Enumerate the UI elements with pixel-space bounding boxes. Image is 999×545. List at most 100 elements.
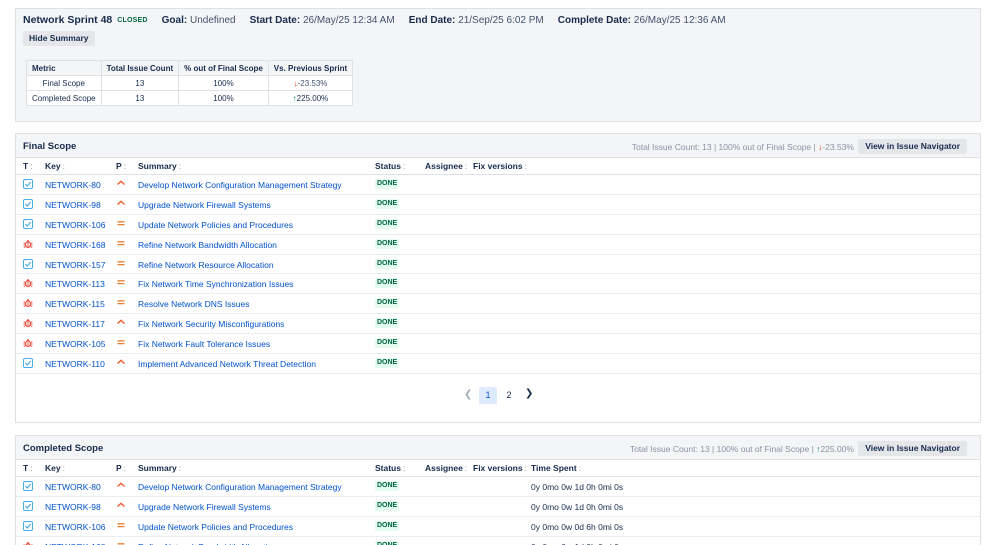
- chevron-left-icon[interactable]: ❮: [464, 389, 472, 400]
- metrics-cell-metric: Final Scope: [26, 75, 102, 91]
- issue-summary-link[interactable]: Upgrade Network Firewall Systems: [138, 502, 271, 512]
- sprint-complete-date: Complete Date: 26/May/25 12:36 AM: [557, 14, 726, 26]
- metrics-header-pct: % out of Final Scope: [178, 60, 269, 76]
- hide-summary-button[interactable]: Hide Summary: [23, 31, 95, 46]
- priority-high-icon: [116, 357, 126, 367]
- task-checkbox-icon: [23, 358, 33, 369]
- table-row[interactable]: NETWORK-106 Update Network Policies and P…: [16, 215, 980, 235]
- status-badge: DONE: [375, 500, 400, 511]
- issue-summary-link[interactable]: Fix Network Fault Tolerance Issues: [138, 339, 270, 349]
- issue-summary-link[interactable]: Upgrade Network Firewall Systems: [138, 200, 271, 210]
- table-row[interactable]: NETWORK-168 Refine Network Bandwidth Allo…: [16, 235, 980, 255]
- priority-medium-icon: [116, 337, 126, 347]
- issue-summary-link[interactable]: Fix Network Time Synchronization Issues: [138, 279, 293, 289]
- metrics-cell-pct: 100%: [178, 90, 269, 106]
- issue-summary-link[interactable]: Implement Advanced Network Threat Detect…: [138, 359, 316, 369]
- pagination: ❮ 1 2 ❯: [16, 374, 980, 421]
- issue-key-link[interactable]: NETWORK-106: [45, 522, 105, 532]
- table-row[interactable]: NETWORK-105 Fix Network Fault Tolerance I…: [16, 334, 980, 355]
- bug-icon: [23, 239, 33, 249]
- metrics-header-metric: Metric: [26, 60, 102, 76]
- metrics-row: Final Scope 13 100% ↓-23.53%: [26, 75, 354, 91]
- priority-high-icon: [116, 317, 126, 327]
- bug-icon: [23, 278, 33, 288]
- table-row[interactable]: NETWORK-80 Develop Network Configuration …: [16, 477, 980, 497]
- table-row[interactable]: NETWORK-98 Upgrade Network Firewall Syste…: [16, 497, 980, 517]
- issue-key-link[interactable]: NETWORK-98: [45, 502, 101, 512]
- table-row[interactable]: NETWORK-117 Fix Network Security Misconfi…: [16, 314, 980, 335]
- status-badge: DONE: [375, 238, 400, 249]
- issue-summary-link[interactable]: Develop Network Configuration Management…: [138, 180, 342, 190]
- sprint-end-date: End Date: 21/Sep/25 6:02 PM: [408, 14, 544, 26]
- issue-key-link[interactable]: NETWORK-80: [45, 180, 101, 190]
- status-badge: DONE: [375, 218, 400, 229]
- column-priority[interactable]: P:: [116, 161, 126, 171]
- issue-summary-link[interactable]: Fix Network Security Misconfigurations: [138, 319, 284, 329]
- column-fix-versions[interactable]: Fix versions:: [473, 161, 527, 171]
- page-1-button[interactable]: 1: [479, 386, 497, 404]
- column-status[interactable]: Status:: [375, 463, 405, 473]
- column-priority[interactable]: P:: [116, 463, 126, 473]
- issue-key-link[interactable]: NETWORK-105: [45, 339, 105, 349]
- column-type[interactable]: T:: [23, 463, 33, 473]
- column-summary[interactable]: Summary:: [138, 161, 181, 171]
- table-row[interactable]: NETWORK-98 Upgrade Network Firewall Syste…: [16, 195, 980, 215]
- column-time-spent[interactable]: Time Spent:: [531, 463, 581, 473]
- issue-summary-link[interactable]: Refine Network Bandwidth Allocation: [138, 240, 277, 250]
- final-scope-column-header: T: Key: P: Summary: Status: Assignee: Fi…: [16, 158, 980, 175]
- page-2-button[interactable]: 2: [502, 387, 516, 404]
- column-key[interactable]: Key:: [45, 463, 65, 473]
- metrics-row: Completed Scope 13 100% ↑225.00%: [26, 90, 354, 106]
- sprint-goal: Goal: Undefined: [161, 14, 236, 26]
- task-checkbox-icon: [23, 500, 33, 511]
- column-fix-versions[interactable]: Fix versions:: [473, 463, 527, 473]
- issue-summary-link[interactable]: Develop Network Configuration Management…: [138, 482, 342, 492]
- table-row[interactable]: NETWORK-113 Fix Network Time Synchronizat…: [16, 274, 980, 295]
- status-badge: DONE: [375, 520, 400, 531]
- metrics-cell-vs: ↑225.00%: [267, 90, 354, 106]
- issue-key-link[interactable]: NETWORK-168: [45, 240, 105, 250]
- issue-summary-link[interactable]: Update Network Policies and Procedures: [138, 522, 293, 532]
- issue-key-link[interactable]: NETWORK-80: [45, 482, 101, 492]
- column-type[interactable]: T:: [23, 161, 33, 171]
- column-key[interactable]: Key:: [45, 161, 65, 171]
- issue-summary-link[interactable]: Resolve Network DNS Issues: [138, 299, 249, 309]
- column-status[interactable]: Status:: [375, 161, 405, 171]
- bug-icon: [23, 541, 33, 545]
- issue-key-link[interactable]: NETWORK-117: [45, 319, 105, 329]
- final-scope-title-bar: Final Scope Total Issue Count: 13 | 100%…: [16, 134, 980, 158]
- completed-scope-panel: Completed Scope Total Issue Count: 13 | …: [15, 435, 981, 545]
- column-summary[interactable]: Summary:: [138, 463, 181, 473]
- issue-key-link[interactable]: NETWORK-157: [45, 260, 105, 270]
- table-row[interactable]: NETWORK-157 Refine Network Resource Alloc…: [16, 255, 980, 275]
- issue-key-link[interactable]: NETWORK-110: [45, 359, 105, 369]
- table-row[interactable]: NETWORK-115 Resolve Network DNS Issues DON…: [16, 294, 980, 315]
- task-checkbox-icon: [23, 179, 33, 189]
- task-checkbox-icon: [23, 481, 33, 491]
- chevron-right-icon[interactable]: ❯: [525, 388, 533, 399]
- issue-key-link[interactable]: NETWORK-98: [45, 200, 101, 210]
- priority-medium-icon: [116, 218, 126, 228]
- column-assignee[interactable]: Assignee:: [425, 161, 467, 171]
- issue-key-link[interactable]: NETWORK-115: [45, 299, 105, 309]
- table-row[interactable]: NETWORK-106 Update Network Policies and P…: [16, 517, 980, 537]
- task-checkbox-icon: [23, 520, 33, 531]
- completed-scope-issue-navigator-button[interactable]: View in Issue Navigator: [858, 441, 967, 456]
- bug-icon: [23, 338, 33, 348]
- sprint-name: Network Sprint 48: [23, 14, 113, 26]
- completed-scope-stats: Total Issue Count: 13 | 100% out of Fina…: [629, 444, 854, 454]
- final-scope-issue-navigator-button[interactable]: View in Issue Navigator: [858, 139, 967, 154]
- table-row[interactable]: NETWORK-110 Implement Advanced Network Th…: [16, 354, 980, 374]
- status-badge: DONE: [375, 481, 400, 491]
- status-badge: DONE: [375, 179, 400, 189]
- issue-key-link[interactable]: NETWORK-113: [45, 279, 105, 289]
- column-assignee[interactable]: Assignee:: [425, 463, 467, 473]
- issue-summary-link[interactable]: Update Network Policies and Procedures: [138, 220, 293, 230]
- issue-key-link[interactable]: NETWORK-106: [45, 220, 105, 230]
- final-scope-title: Final Scope: [23, 141, 77, 152]
- status-badge: DONE: [375, 298, 400, 309]
- table-row[interactable]: NETWORK-80 Develop Network Configuration …: [16, 175, 980, 195]
- issue-summary-link[interactable]: Refine Network Resource Allocation: [138, 260, 274, 270]
- table-row[interactable]: NETWORK-168Refine Network Bandwidth Allo…: [16, 537, 980, 545]
- bug-icon: [23, 318, 33, 328]
